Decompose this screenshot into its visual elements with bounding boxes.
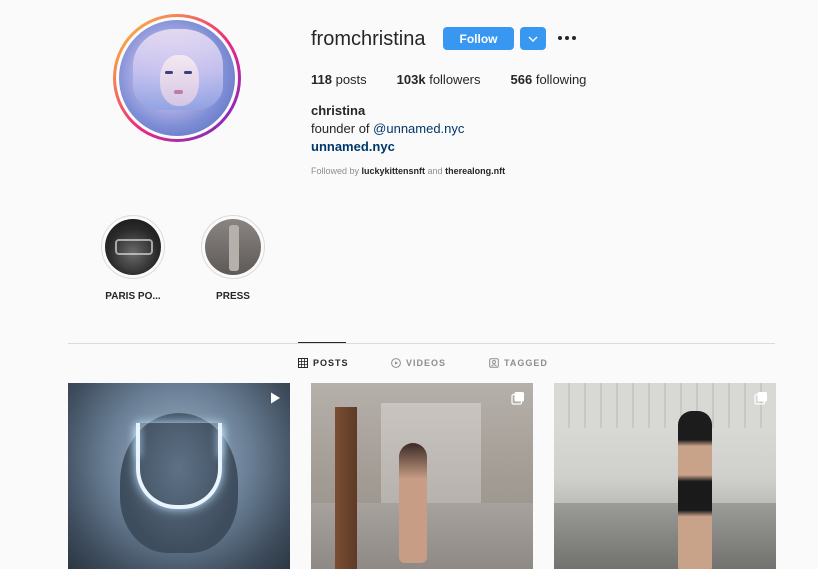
profile-bio: founder of @unnamed.nyc xyxy=(311,121,464,136)
tag-icon xyxy=(489,358,499,368)
followed-by-account-1[interactable]: luckykittensnft xyxy=(362,166,426,176)
tab-videos[interactable]: VIDEOS xyxy=(391,358,446,368)
profile-website-link[interactable]: unnamed.nyc xyxy=(311,139,395,154)
avatar-face xyxy=(159,54,200,106)
bio-text: founder of xyxy=(311,121,374,136)
posts-count: 118 xyxy=(311,72,332,87)
profile-username: fromchristina xyxy=(311,28,426,50)
active-tab-indicator xyxy=(298,342,346,343)
highlight-tie xyxy=(229,225,239,271)
followed-by-and: and xyxy=(425,166,446,176)
followers-stat[interactable]: 103k followers xyxy=(397,72,481,87)
story-highlight[interactable]: PARIS PO... xyxy=(93,215,173,302)
following-count: 566 xyxy=(510,72,533,87)
grid-icon xyxy=(298,358,308,368)
post-floor xyxy=(554,503,776,569)
carousel-icon xyxy=(754,392,767,405)
followed-by: Followed by luckykittensnft and therealo… xyxy=(311,166,505,176)
post-ceiling xyxy=(554,383,776,428)
follow-button[interactable]: Follow xyxy=(443,27,514,50)
post-person xyxy=(678,411,712,569)
tab-label: TAGGED xyxy=(504,358,548,368)
story-highlight[interactable]: PRESS xyxy=(193,215,273,302)
tab-label: VIDEOS xyxy=(406,358,447,368)
highlight-label: PRESS xyxy=(216,291,250,302)
posts-stat: 118 posts xyxy=(311,72,367,87)
chevron-down-icon xyxy=(528,36,538,42)
avatar-gap xyxy=(116,17,238,139)
post-neon-visor-left xyxy=(136,427,140,457)
following-label: following xyxy=(532,72,587,87)
profile-avatar[interactable] xyxy=(119,20,235,136)
highlight-ring xyxy=(101,215,165,279)
post-door xyxy=(335,407,357,569)
followers-label: followers xyxy=(425,72,481,87)
post-thumbnail[interactable] xyxy=(68,383,290,569)
highlight-label: PARIS PO... xyxy=(105,291,161,302)
tab-posts[interactable]: POSTS xyxy=(298,358,349,368)
avatar-lips xyxy=(173,89,183,94)
followers-count: 103k xyxy=(396,72,426,87)
profile-full-name: christina xyxy=(311,103,366,118)
profile-avatar-ring[interactable] xyxy=(113,14,241,142)
dot-icon xyxy=(572,36,576,40)
highlight-neon-sign xyxy=(115,239,153,255)
followed-by-prefix: Followed by xyxy=(311,166,362,176)
post-person xyxy=(399,443,427,563)
play-icon xyxy=(271,392,280,404)
avatar-eye-right xyxy=(183,71,192,75)
highlight-cover xyxy=(105,219,161,275)
post-thumbnail[interactable] xyxy=(311,383,533,569)
post-neon-visor xyxy=(136,423,222,509)
tab-label: POSTS xyxy=(313,358,349,368)
posts-label: posts xyxy=(331,72,367,87)
profile-stats: 118 posts 103k followers 566 following xyxy=(311,72,586,87)
avatar-eye-left xyxy=(165,71,174,75)
following-stat[interactable]: 566 following xyxy=(511,72,587,87)
more-options-button[interactable] xyxy=(556,30,578,46)
carousel-icon xyxy=(511,392,524,405)
highlight-cover xyxy=(205,219,261,275)
dot-icon xyxy=(558,36,562,40)
tabs-divider xyxy=(68,343,775,344)
bio-mention-link[interactable]: @unnamed.nyc xyxy=(373,121,464,136)
dot-icon xyxy=(565,36,569,40)
followed-by-account-2[interactable]: therealong.nft xyxy=(445,166,505,176)
post-thumbnail[interactable] xyxy=(554,383,776,569)
tab-tagged[interactable]: TAGGED xyxy=(489,358,548,368)
highlight-ring xyxy=(201,215,265,279)
post-neon-visor-right xyxy=(218,427,222,457)
video-icon xyxy=(391,358,401,368)
post-corridor xyxy=(381,403,481,503)
suggested-accounts-button[interactable] xyxy=(520,27,546,50)
